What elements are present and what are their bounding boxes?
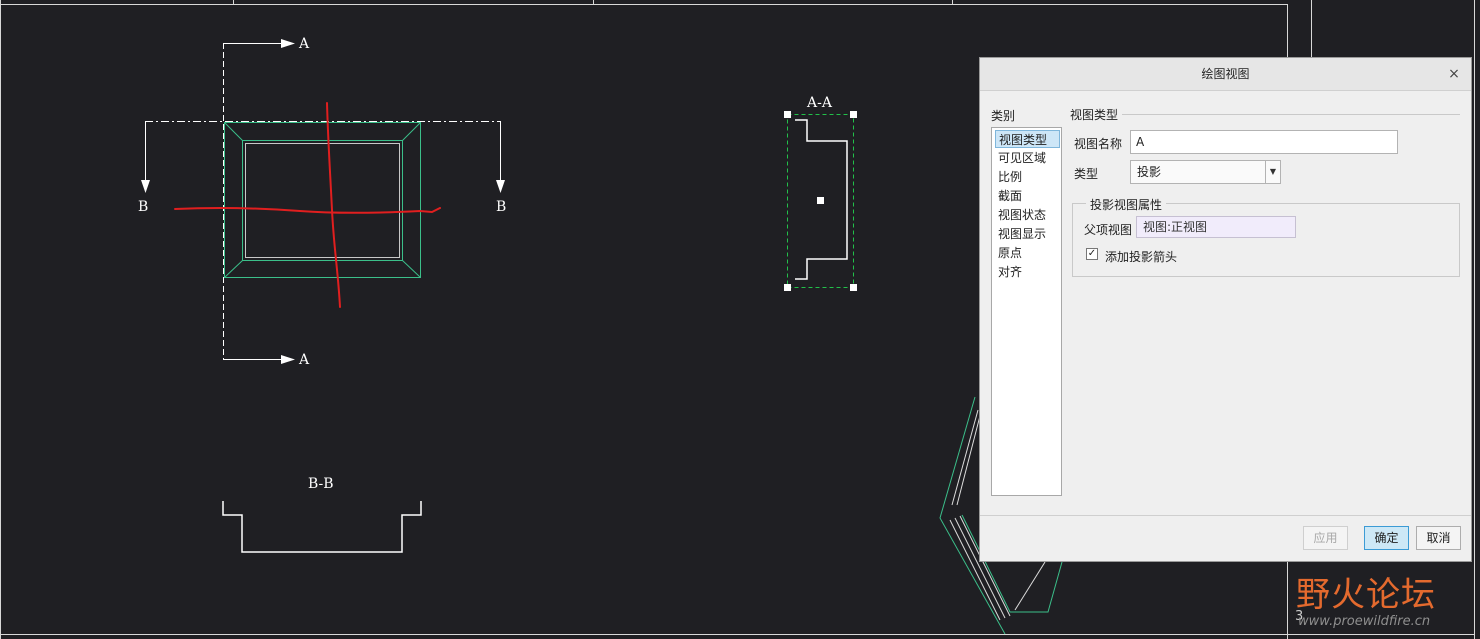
type-select-value: 投影 [1137,165,1162,179]
arrow-b-right [496,180,505,193]
ok-button[interactable]: 确定 [1364,526,1409,550]
view-name-label: 视图名称 [1074,137,1123,151]
add-arrow-checkbox[interactable]: ✓ [1086,248,1098,260]
parent-view-label: 父项视图 [1084,223,1133,237]
cancel-button[interactable]: 取消 [1416,526,1461,550]
watermark-url: www.proewildfire.cn [1298,614,1431,629]
category-item-visible-area[interactable]: 可见区域 [995,149,1049,167]
watermark-logo-text: 野火论坛 [1296,575,1436,615]
footer-divider [980,515,1471,516]
category-item-origin[interactable]: 原点 [995,244,1025,262]
label-a-top: A [299,36,310,52]
view-name-input[interactable]: A [1130,130,1398,154]
category-list[interactable]: 视图类型 可见区域 比例 截面 视图状态 视图显示 原点 对齐 [991,127,1062,496]
view-title-aa[interactable]: A-A [807,95,832,111]
label-b-right: B [496,199,507,215]
category-label: 类别 [991,109,1016,123]
projection-group-title: 投影视图属性 [1086,196,1167,213]
category-item-alignment[interactable]: 对齐 [995,263,1025,281]
category-item-view-state[interactable]: 视图状态 [995,206,1049,224]
section-view-bb[interactable] [222,501,422,553]
drawing-view-dialog[interactable]: 绘图视图 × 类别 视图类型 可见区域 比例 截面 视图状态 视图显示 原点 对… [979,57,1472,562]
category-item-view-display[interactable]: 视图显示 [995,225,1049,243]
category-item-view-type[interactable]: 视图类型 [995,130,1060,148]
arrow-b-left [141,180,150,193]
view-title-bb[interactable]: B-B [308,476,334,492]
parent-view-field[interactable]: 视图:正视图 [1136,216,1296,238]
label-b-left: B [138,199,149,215]
section-line-aa[interactable] [223,43,281,360]
type-select[interactable]: 投影 ▼ [1130,160,1281,184]
dialog-title[interactable]: 绘图视图 [980,58,1471,91]
close-icon[interactable]: × [1447,66,1461,82]
label-a-bottom: A [299,352,310,368]
front-view[interactable] [224,122,421,278]
arrow-a-top [281,39,295,48]
type-label: 类型 [1074,167,1099,181]
red-markup [174,102,441,308]
projection-properties-group [1072,203,1460,277]
chevron-down-icon[interactable]: ▼ [1265,161,1280,183]
apply-button[interactable]: 应用 [1303,526,1348,550]
add-arrow-label[interactable]: 添加投影箭头 [1105,248,1177,265]
arrow-a-bottom [281,355,295,364]
category-item-section[interactable]: 截面 [995,187,1025,205]
view-type-divider [1120,114,1460,115]
section-view-aa[interactable] [784,111,857,291]
category-item-scale[interactable]: 比例 [995,168,1025,186]
section-title-view-type: 视图类型 [1066,106,1123,123]
section-line-bb[interactable] [145,121,501,180]
